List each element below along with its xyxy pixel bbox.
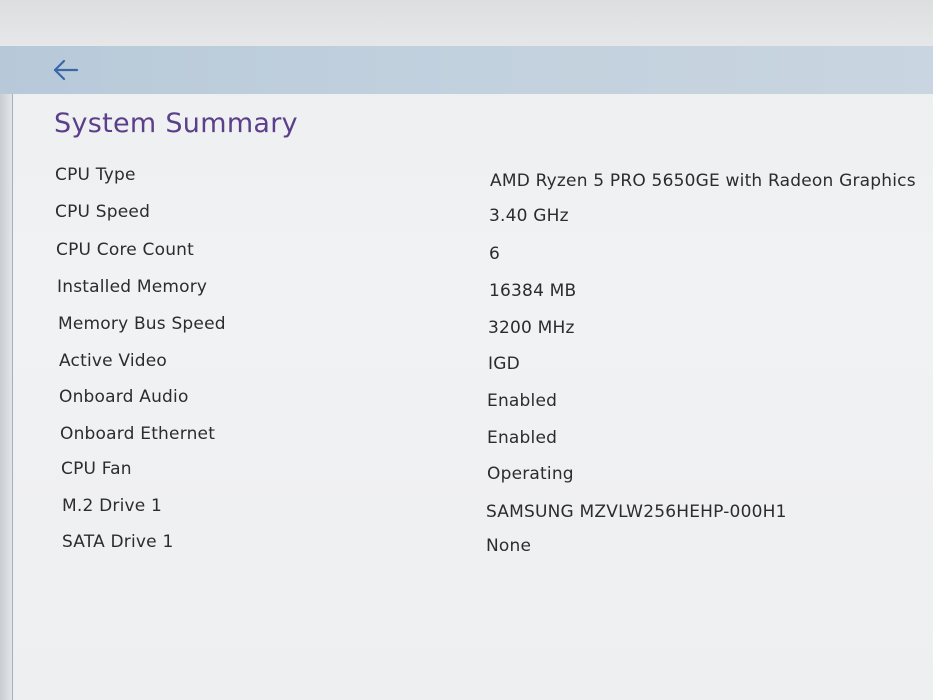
row-label-cpu-speed: CPU Speed xyxy=(55,202,151,222)
arrow-left-icon xyxy=(53,59,79,81)
row-label-cpu-fan: CPU Fan xyxy=(61,459,132,479)
row-label-cpu-type: CPU Type xyxy=(55,165,136,185)
page-title: System Summary xyxy=(54,108,298,139)
row-value-cpu-core-count: 6 xyxy=(489,244,501,264)
row-value-installed-memory: 16384 MB xyxy=(489,281,577,301)
row-label-memory-bus-speed: Memory Bus Speed xyxy=(58,314,226,334)
row-value-cpu-speed: 3.40 GHz xyxy=(489,206,569,226)
left-edge xyxy=(0,94,13,700)
row-label-onboard-audio: Onboard Audio xyxy=(59,387,189,407)
row-label-onboard-ethernet: Onboard Ethernet xyxy=(60,424,216,444)
row-label-active-video: Active Video xyxy=(59,351,168,371)
top-strip xyxy=(0,0,933,46)
row-value-m2-drive-1: SAMSUNG MZVLW256HEHP-000H1 xyxy=(486,502,787,522)
row-label-installed-memory: Installed Memory xyxy=(57,277,208,297)
row-value-sata-drive-1: None xyxy=(486,536,532,556)
row-value-memory-bus-speed: 3200 MHz xyxy=(488,318,575,338)
header-bar xyxy=(0,46,933,94)
back-button[interactable] xyxy=(48,52,84,88)
row-label-m2-drive-1: M.2 Drive 1 xyxy=(62,496,163,516)
row-value-onboard-ethernet: Enabled xyxy=(487,428,558,448)
row-label-sata-drive-1: SATA Drive 1 xyxy=(62,532,174,552)
row-value-onboard-audio: Enabled xyxy=(487,391,558,411)
row-value-cpu-fan: Operating xyxy=(487,464,574,484)
row-value-cpu-type: AMD Ryzen 5 PRO 5650GE with Radeon Graph… xyxy=(490,171,916,191)
row-label-cpu-core-count: CPU Core Count xyxy=(56,240,195,260)
row-value-active-video: IGD xyxy=(488,354,520,374)
bios-screen: System Summary CPU Type AMD Ryzen 5 PRO … xyxy=(0,0,933,700)
